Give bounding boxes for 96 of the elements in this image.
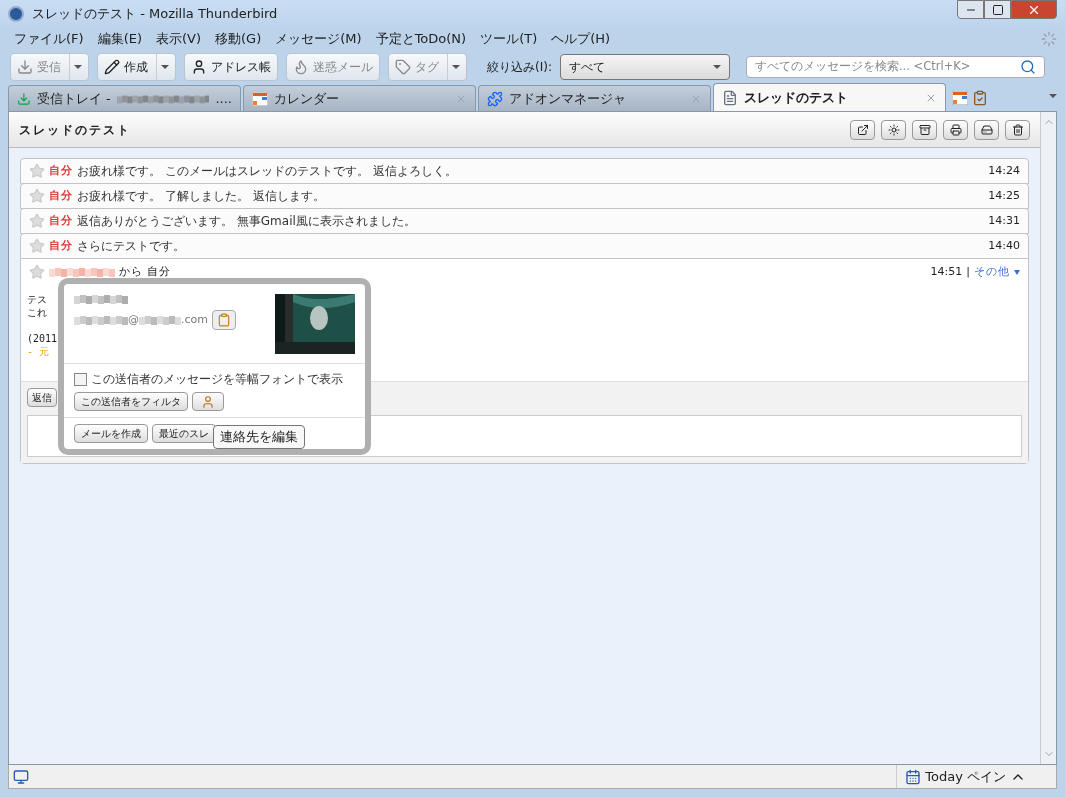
redacted-text-drawing bbox=[74, 294, 128, 304]
clipboard-icon bbox=[217, 313, 231, 327]
popup-button[interactable]: 最近のスレ bbox=[152, 424, 216, 443]
maximize-icon bbox=[991, 3, 1004, 16]
thread-title: スレッドのテスト bbox=[19, 121, 131, 139]
message-snippet: 返信ありがとうございます。 無事Gmail風に表示されました。 bbox=[77, 213, 416, 230]
filter-dropdown[interactable]: すべて bbox=[559, 54, 730, 80]
message-time: 14:51 bbox=[930, 263, 963, 280]
caret-icon bbox=[452, 65, 460, 69]
star-icon[interactable] bbox=[29, 163, 45, 179]
sender-name: 自分 bbox=[49, 162, 73, 179]
checkbox-label: この送信者のメッセージを等幅フォントで表示 bbox=[91, 371, 343, 388]
flame-icon bbox=[293, 59, 309, 75]
maximize-button[interactable] bbox=[984, 0, 1011, 19]
sender-name: 自分 bbox=[49, 187, 73, 204]
menu-item[interactable]: ファイル(F) bbox=[8, 29, 90, 49]
message-snippet: お疲れ様です。 このメールはスレッドのテストです。 返信よろしく。 bbox=[77, 163, 457, 180]
inbox-icon bbox=[17, 90, 31, 107]
star-icon[interactable] bbox=[29, 213, 45, 229]
calendar-icon bbox=[905, 768, 922, 785]
filter-label: 絞り込み(I): bbox=[487, 59, 552, 76]
document-icon bbox=[722, 89, 738, 106]
redacted-text-drawing bbox=[139, 315, 181, 325]
tab[interactable]: カレンダー bbox=[243, 85, 476, 111]
sender-name: 自分 bbox=[49, 237, 73, 254]
search-icon bbox=[1020, 59, 1036, 75]
popup-button[interactable]: メールを作成 bbox=[74, 424, 148, 443]
caret-icon bbox=[712, 65, 721, 69]
email-domain: .com bbox=[181, 311, 208, 328]
menu-item[interactable]: ヘルプ(H) bbox=[545, 29, 617, 49]
menu-item[interactable]: メッセージ(M) bbox=[269, 29, 368, 49]
today-pane-toggle[interactable]: Today ペイン bbox=[925, 766, 1006, 787]
calendar-icon bbox=[952, 91, 968, 105]
message-body-line: これ bbox=[27, 306, 47, 319]
sender-name: 自分 bbox=[49, 212, 73, 229]
app-logo-icon bbox=[8, 5, 24, 22]
edit-contact-button[interactable] bbox=[192, 392, 224, 411]
caret-icon bbox=[1049, 93, 1057, 98]
checkbox[interactable] bbox=[74, 372, 87, 386]
window-title: スレッドのテスト - Mozilla Thunderbird bbox=[32, 4, 278, 23]
burst-icon[interactable] bbox=[881, 119, 906, 140]
calendar-icon bbox=[252, 91, 268, 106]
person-icon bbox=[201, 394, 215, 409]
menu-item[interactable]: 編集(E) bbox=[91, 29, 148, 49]
activity-icon bbox=[1041, 31, 1057, 47]
redacted-text-drawing bbox=[49, 267, 115, 277]
email-at: @ bbox=[128, 311, 139, 328]
redacted-text-drawing bbox=[74, 315, 128, 325]
archive-icon[interactable] bbox=[912, 119, 937, 140]
message-body-line: テス bbox=[27, 293, 47, 306]
menu-item[interactable]: 表示(V) bbox=[150, 29, 208, 49]
toolbar-button[interactable]: アドレス帳 bbox=[184, 53, 278, 81]
message-snippet: お疲れ様です。 了解しました。 返信します。 bbox=[77, 188, 325, 205]
search-field[interactable]: すべてのメッセージを検索... <Ctrl+K> bbox=[745, 56, 1045, 78]
scrollbar[interactable] bbox=[1040, 112, 1056, 764]
message-time: 14:25 bbox=[988, 187, 1020, 204]
separator: | bbox=[966, 263, 970, 280]
online-status-icon[interactable] bbox=[13, 768, 29, 785]
reply-button[interactable]: 返信 bbox=[27, 388, 57, 407]
tooltip: 連絡先を編集 bbox=[213, 425, 305, 449]
menu-item[interactable]: 予定とToDo(N) bbox=[369, 29, 473, 49]
menu-item[interactable]: ツール(T) bbox=[474, 29, 544, 49]
download-icon bbox=[17, 59, 33, 75]
minimize-button[interactable] bbox=[957, 0, 984, 19]
message-time: 14:31 bbox=[988, 212, 1020, 229]
message-row[interactable]: 自分 お疲れ様です。 このメールはスレッドのテストです。 返信よろしく。 14:24 bbox=[20, 158, 1029, 184]
clipboard-icon[interactable] bbox=[972, 90, 988, 106]
print-icon[interactable] bbox=[943, 119, 968, 140]
tag-icon bbox=[395, 59, 411, 75]
tab[interactable]: スレッドのテスト bbox=[713, 83, 946, 111]
menu-item[interactable]: 移動(G) bbox=[209, 29, 268, 49]
trash-icon[interactable] bbox=[1005, 119, 1030, 140]
message-time: 14:24 bbox=[988, 162, 1020, 179]
star-icon[interactable] bbox=[29, 188, 45, 204]
puzzle-icon bbox=[487, 90, 503, 107]
message-time: 14:40 bbox=[988, 237, 1020, 254]
person-icon bbox=[191, 59, 207, 75]
sender-line: から 自分 bbox=[119, 263, 172, 280]
tab-label-ellipsis: .... bbox=[215, 89, 232, 108]
caret-icon bbox=[161, 65, 169, 69]
message-row[interactable]: 自分 返信ありがとうございます。 無事Gmail風に表示されました。 14:31 bbox=[20, 208, 1029, 234]
tab[interactable]: アドオンマネージャ bbox=[478, 85, 711, 111]
more-link[interactable]: その他 bbox=[974, 263, 1020, 281]
message-row[interactable]: 自分 お疲れ様です。 了解しました。 返信します。 14:25 bbox=[20, 183, 1029, 209]
caret-icon bbox=[74, 65, 82, 69]
message-snippet: さらにテストです。 bbox=[77, 238, 185, 255]
pencil-icon bbox=[104, 59, 120, 75]
toolbar-button[interactable]: 作成 bbox=[97, 53, 176, 81]
message-row[interactable]: 自分 さらにテストです。 14:40 bbox=[20, 233, 1029, 259]
message-body-line: (2011 bbox=[27, 332, 58, 345]
star-icon[interactable] bbox=[29, 238, 45, 254]
tab[interactable]: 受信トレイ - .... bbox=[8, 85, 241, 111]
copy-button[interactable] bbox=[212, 310, 236, 330]
filter-sender-button[interactable]: この送信者をフィルタ bbox=[74, 392, 188, 411]
star-icon[interactable] bbox=[29, 264, 45, 280]
open-external-icon[interactable] bbox=[850, 119, 875, 140]
